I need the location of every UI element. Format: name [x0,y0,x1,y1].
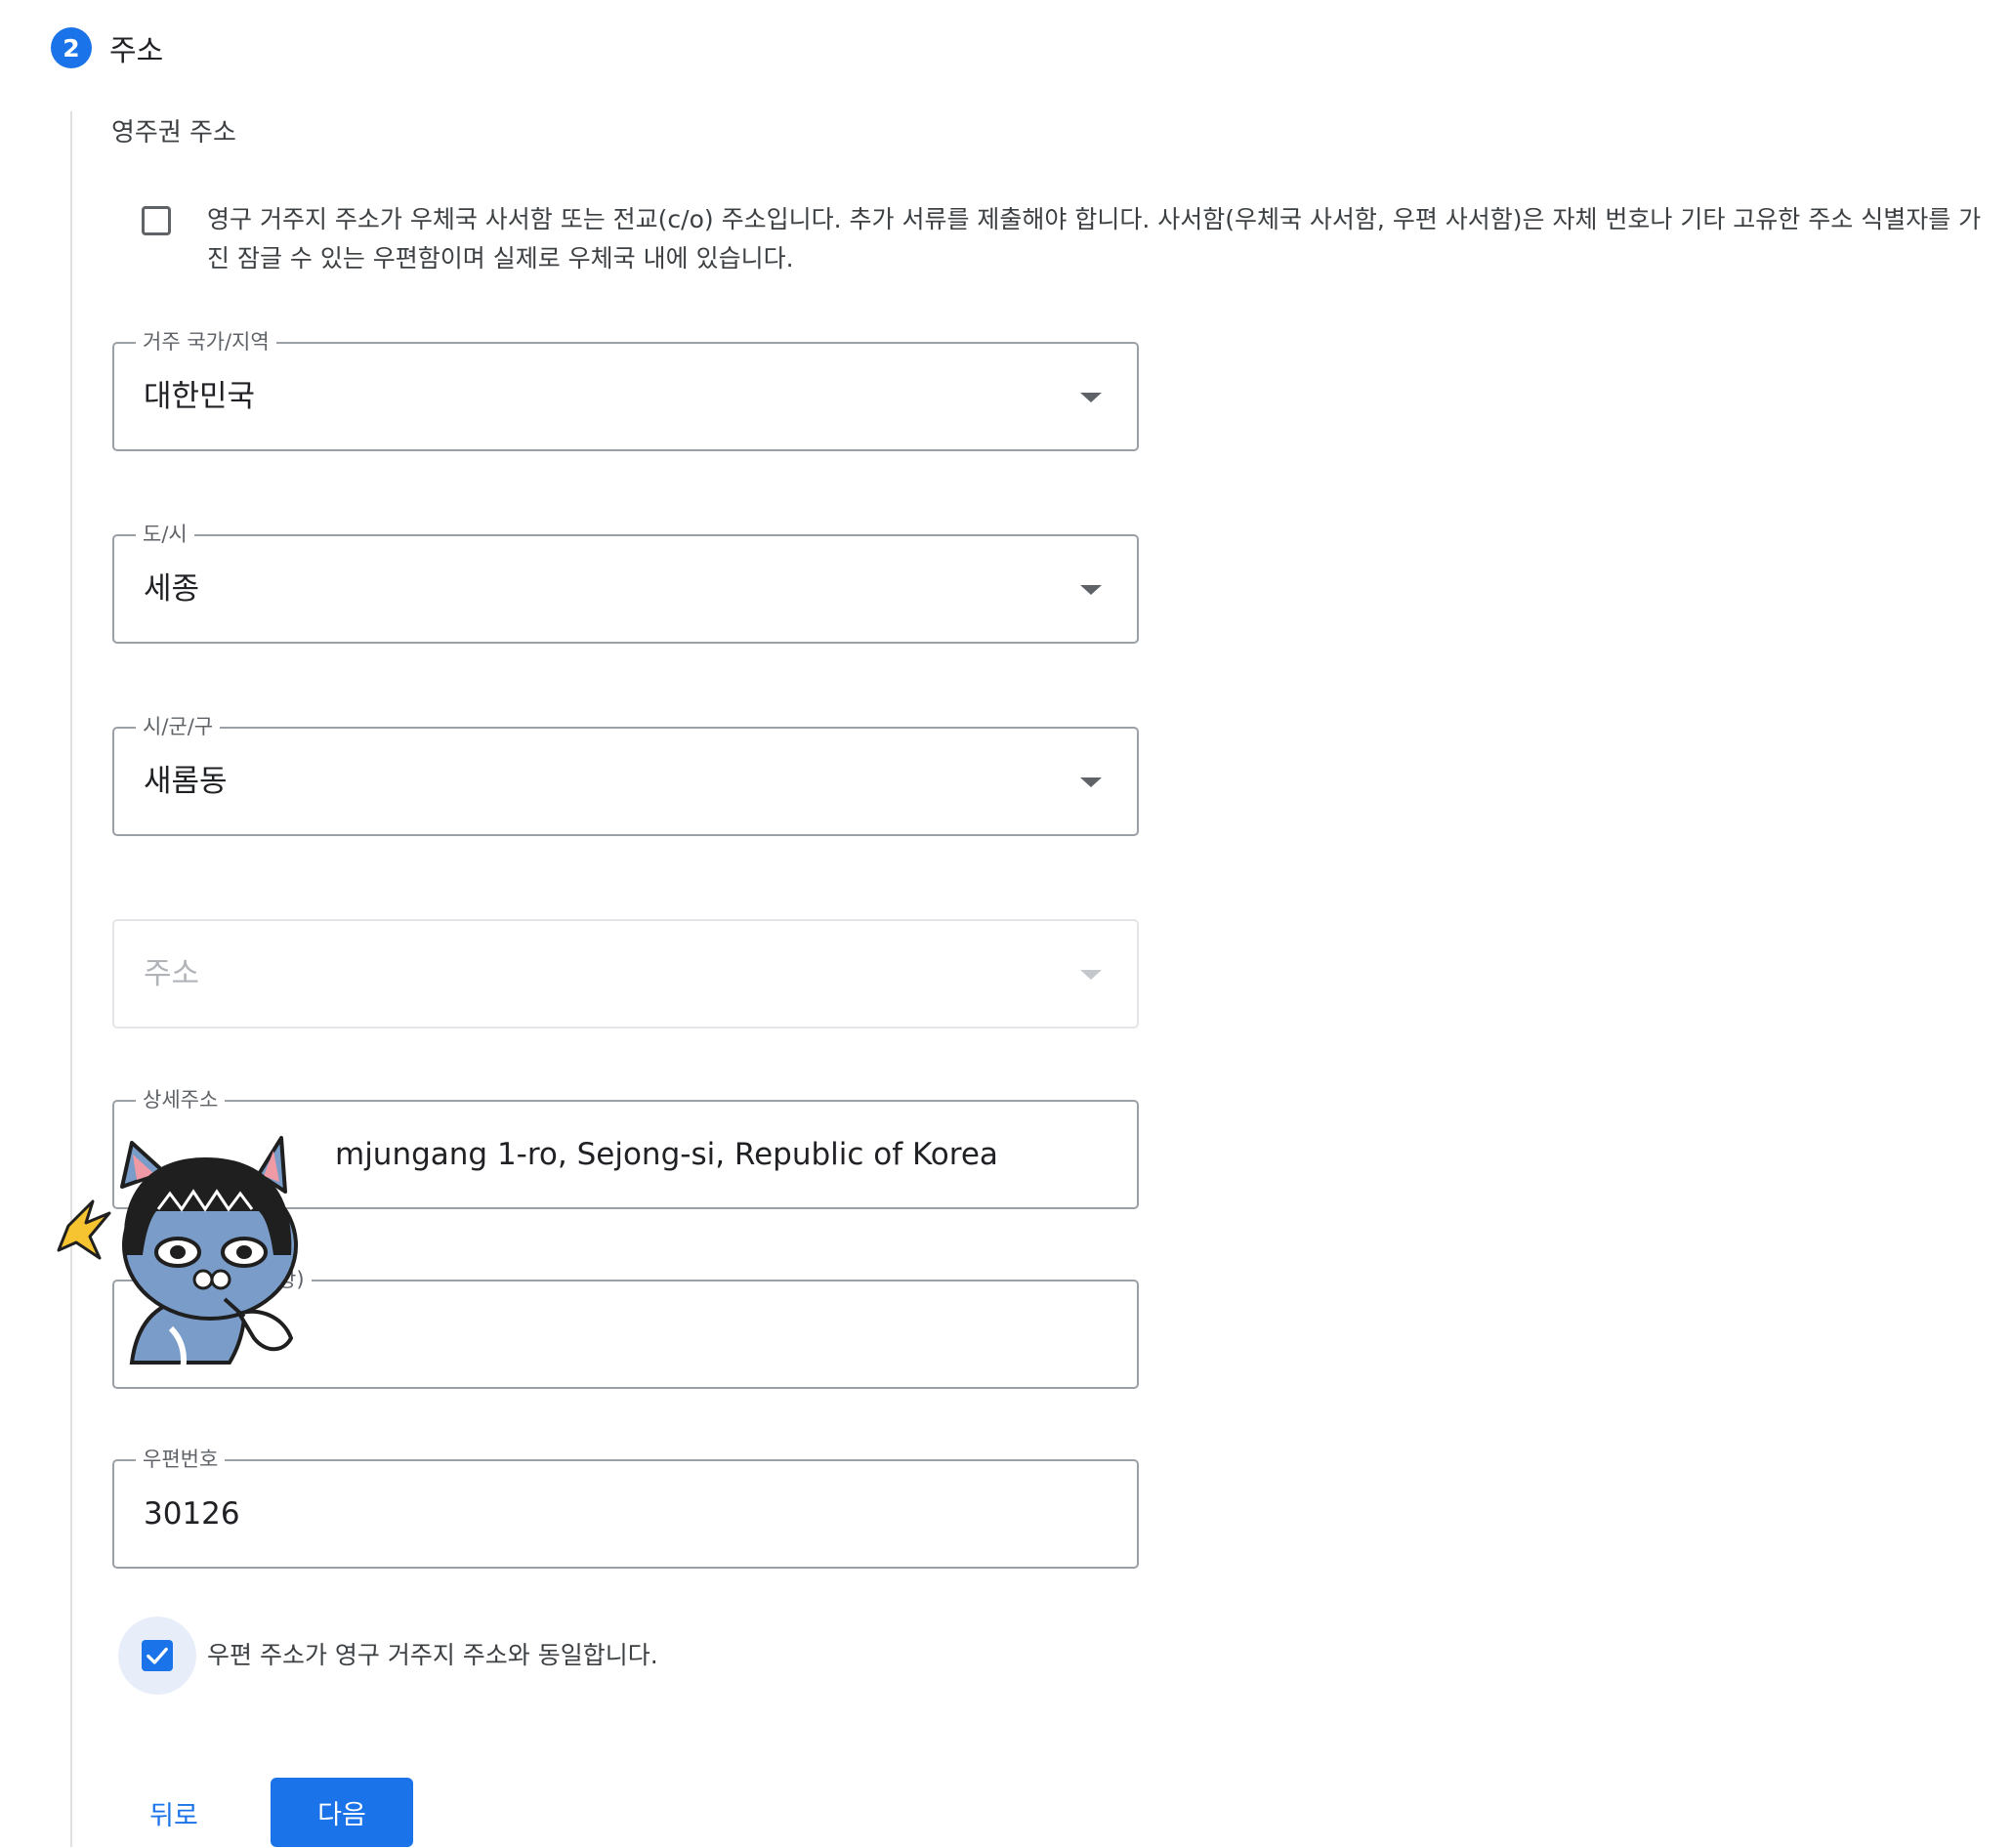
detail-address-label: 상세주소 [136,1086,226,1113]
dropdown-arrow-icon [1080,970,1102,980]
step-title: 주소 [109,34,164,68]
po-box-checkbox[interactable] [142,206,171,235]
back-button[interactable]: 뒤로 [132,1778,216,1848]
check-icon [147,1647,168,1664]
same-address-checkbox-label: 우편 주소가 영구 거주지 주소와 동일합니다. [207,1641,658,1669]
dropdown-arrow-icon [1080,585,1102,595]
section-label: 영주권 주소 [111,118,236,147]
dropdown-arrow-icon [1080,777,1102,787]
step-header: 2 주소 [51,26,163,69]
address-select-placeholder: 주소 [144,956,200,991]
district-select[interactable]: 시/군/구 새롬동 [112,713,1139,836]
province-select-value: 세종 [144,571,200,607]
same-address-checkbox[interactable] [142,1640,173,1671]
po-box-checkbox-label: 영구 거주지 주소가 우체국 사서함 또는 전교(c/o) 주소입니다. 추가 … [207,205,1982,273]
cat-sticker-icon [57,1136,298,1378]
postal-code-value: 30126 [144,1496,240,1532]
postal-code-input[interactable]: 우편번호 30126 [112,1446,1139,1569]
step-connector-line [70,111,72,1847]
district-select-value: 새롬동 [144,764,228,799]
detail-address-value: mjungang 1-ro, Sejong-si, Republic of Ko… [335,1137,998,1172]
dropdown-arrow-icon [1080,393,1102,402]
province-select[interactable]: 도/시 세종 [112,521,1139,644]
country-select[interactable]: 거주 국가/지역 대한민국 [112,328,1139,451]
country-select-value: 대한민국 [144,379,256,414]
step-number-badge: 2 [51,27,92,68]
address-select: 주소 [112,919,1139,1029]
next-button[interactable]: 다음 [271,1778,413,1847]
